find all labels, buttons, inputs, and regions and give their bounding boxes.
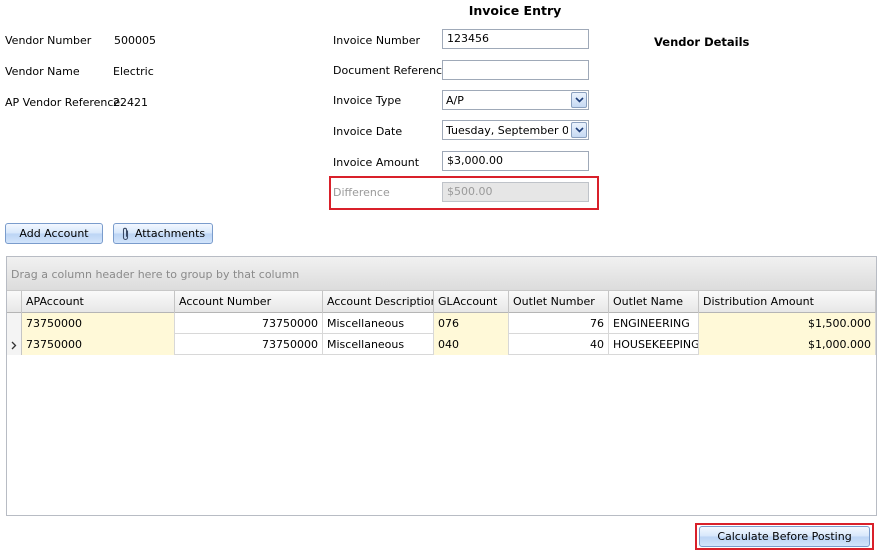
difference-field: $500.00 — [442, 182, 589, 202]
table-row[interactable]: 73750000 73750000 Miscellaneous 040 40 H… — [7, 334, 876, 355]
cell-apaccount[interactable]: 73750000 — [22, 313, 175, 334]
row-indicator[interactable] — [7, 313, 22, 334]
cell-glaccount[interactable]: 076 — [434, 313, 509, 334]
invoice-date-label: Invoice Date — [333, 125, 403, 138]
cell-apaccount[interactable]: 73750000 — [22, 334, 175, 355]
ap-vendor-reference-label: AP Vendor Reference — [5, 96, 121, 109]
column-header-glaccount[interactable]: GLAccount — [434, 291, 509, 313]
cell-outlet-number[interactable]: 76 — [509, 313, 609, 334]
invoice-number-label: Invoice Number — [333, 34, 421, 47]
distribution-grid: Drag a column header here to group by th… — [6, 256, 877, 516]
vendor-number-value: 500005 — [114, 34, 156, 47]
cell-account-description[interactable]: Miscellaneous — [323, 313, 434, 334]
invoice-type-select[interactable]: A/P — [442, 90, 589, 110]
ap-vendor-reference-value: 22421 — [113, 96, 148, 109]
difference-label: Difference — [333, 186, 390, 199]
attachments-button-label: Attachments — [134, 227, 206, 240]
vendor-name-label: Vendor Name — [5, 65, 80, 78]
invoice-amount-label: Invoice Amount — [333, 156, 420, 169]
invoice-type-label: Invoice Type — [333, 94, 402, 107]
chevron-down-icon[interactable] — [571, 92, 587, 108]
cell-glaccount[interactable]: 040 — [434, 334, 509, 355]
column-header-apaccount[interactable]: APAccount — [22, 291, 175, 313]
cell-distribution-amount[interactable]: $1,000.000 — [699, 334, 876, 355]
invoice-type-value: A/P — [446, 94, 464, 107]
vendor-details-title: Vendor Details — [654, 35, 750, 49]
cell-account-description[interactable]: Miscellaneous — [323, 334, 434, 355]
invoice-number-field[interactable]: 123456 — [442, 29, 589, 49]
add-account-button[interactable]: Add Account — [5, 223, 103, 244]
vendor-number-label: Vendor Number — [5, 34, 92, 47]
document-reference-label: Document Reference — [333, 64, 449, 77]
cell-outlet-name[interactable]: HOUSEKEEPING — [609, 334, 699, 355]
invoice-date-value: Tuesday, September 06, — [446, 124, 568, 137]
cell-outlet-number[interactable]: 40 — [509, 334, 609, 355]
cell-distribution-amount[interactable]: $1,500.000 — [699, 313, 876, 334]
chevron-right-icon — [11, 340, 17, 353]
page-title: Invoice Entry — [468, 3, 562, 18]
column-header-outlet-number[interactable]: Outlet Number — [509, 291, 609, 313]
column-header-outlet-name[interactable]: Outlet Name — [609, 291, 699, 313]
cell-outlet-name[interactable]: ENGINEERING — [609, 313, 699, 334]
grid-header-row: APAccount Account Number Account Descrip… — [7, 291, 876, 313]
invoice-amount-field[interactable]: $3,000.00 — [442, 151, 589, 171]
attachments-button[interactable]: Attachments — [113, 223, 213, 244]
column-header-distribution-amount[interactable]: Distribution Amount — [699, 291, 876, 313]
column-header-account-description[interactable]: Account Description — [323, 291, 434, 313]
table-row[interactable]: 73750000 73750000 Miscellaneous 076 76 E… — [7, 313, 876, 334]
vendor-name-value: Electric — [113, 65, 154, 78]
column-header-account-number[interactable]: Account Number — [175, 291, 323, 313]
invoice-date-picker[interactable]: Tuesday, September 06, — [442, 120, 589, 140]
calculate-before-posting-button[interactable]: Calculate Before Posting — [699, 526, 870, 547]
cell-account-number[interactable]: 73750000 — [175, 334, 323, 355]
group-by-panel[interactable]: Drag a column header here to group by th… — [7, 257, 876, 291]
document-reference-field[interactable] — [442, 60, 589, 80]
header-indicator-cell — [7, 291, 22, 313]
paperclip-icon — [121, 227, 130, 247]
chevron-down-icon[interactable] — [571, 122, 587, 138]
row-indicator[interactable] — [7, 334, 22, 355]
cell-account-number[interactable]: 73750000 — [175, 313, 323, 334]
